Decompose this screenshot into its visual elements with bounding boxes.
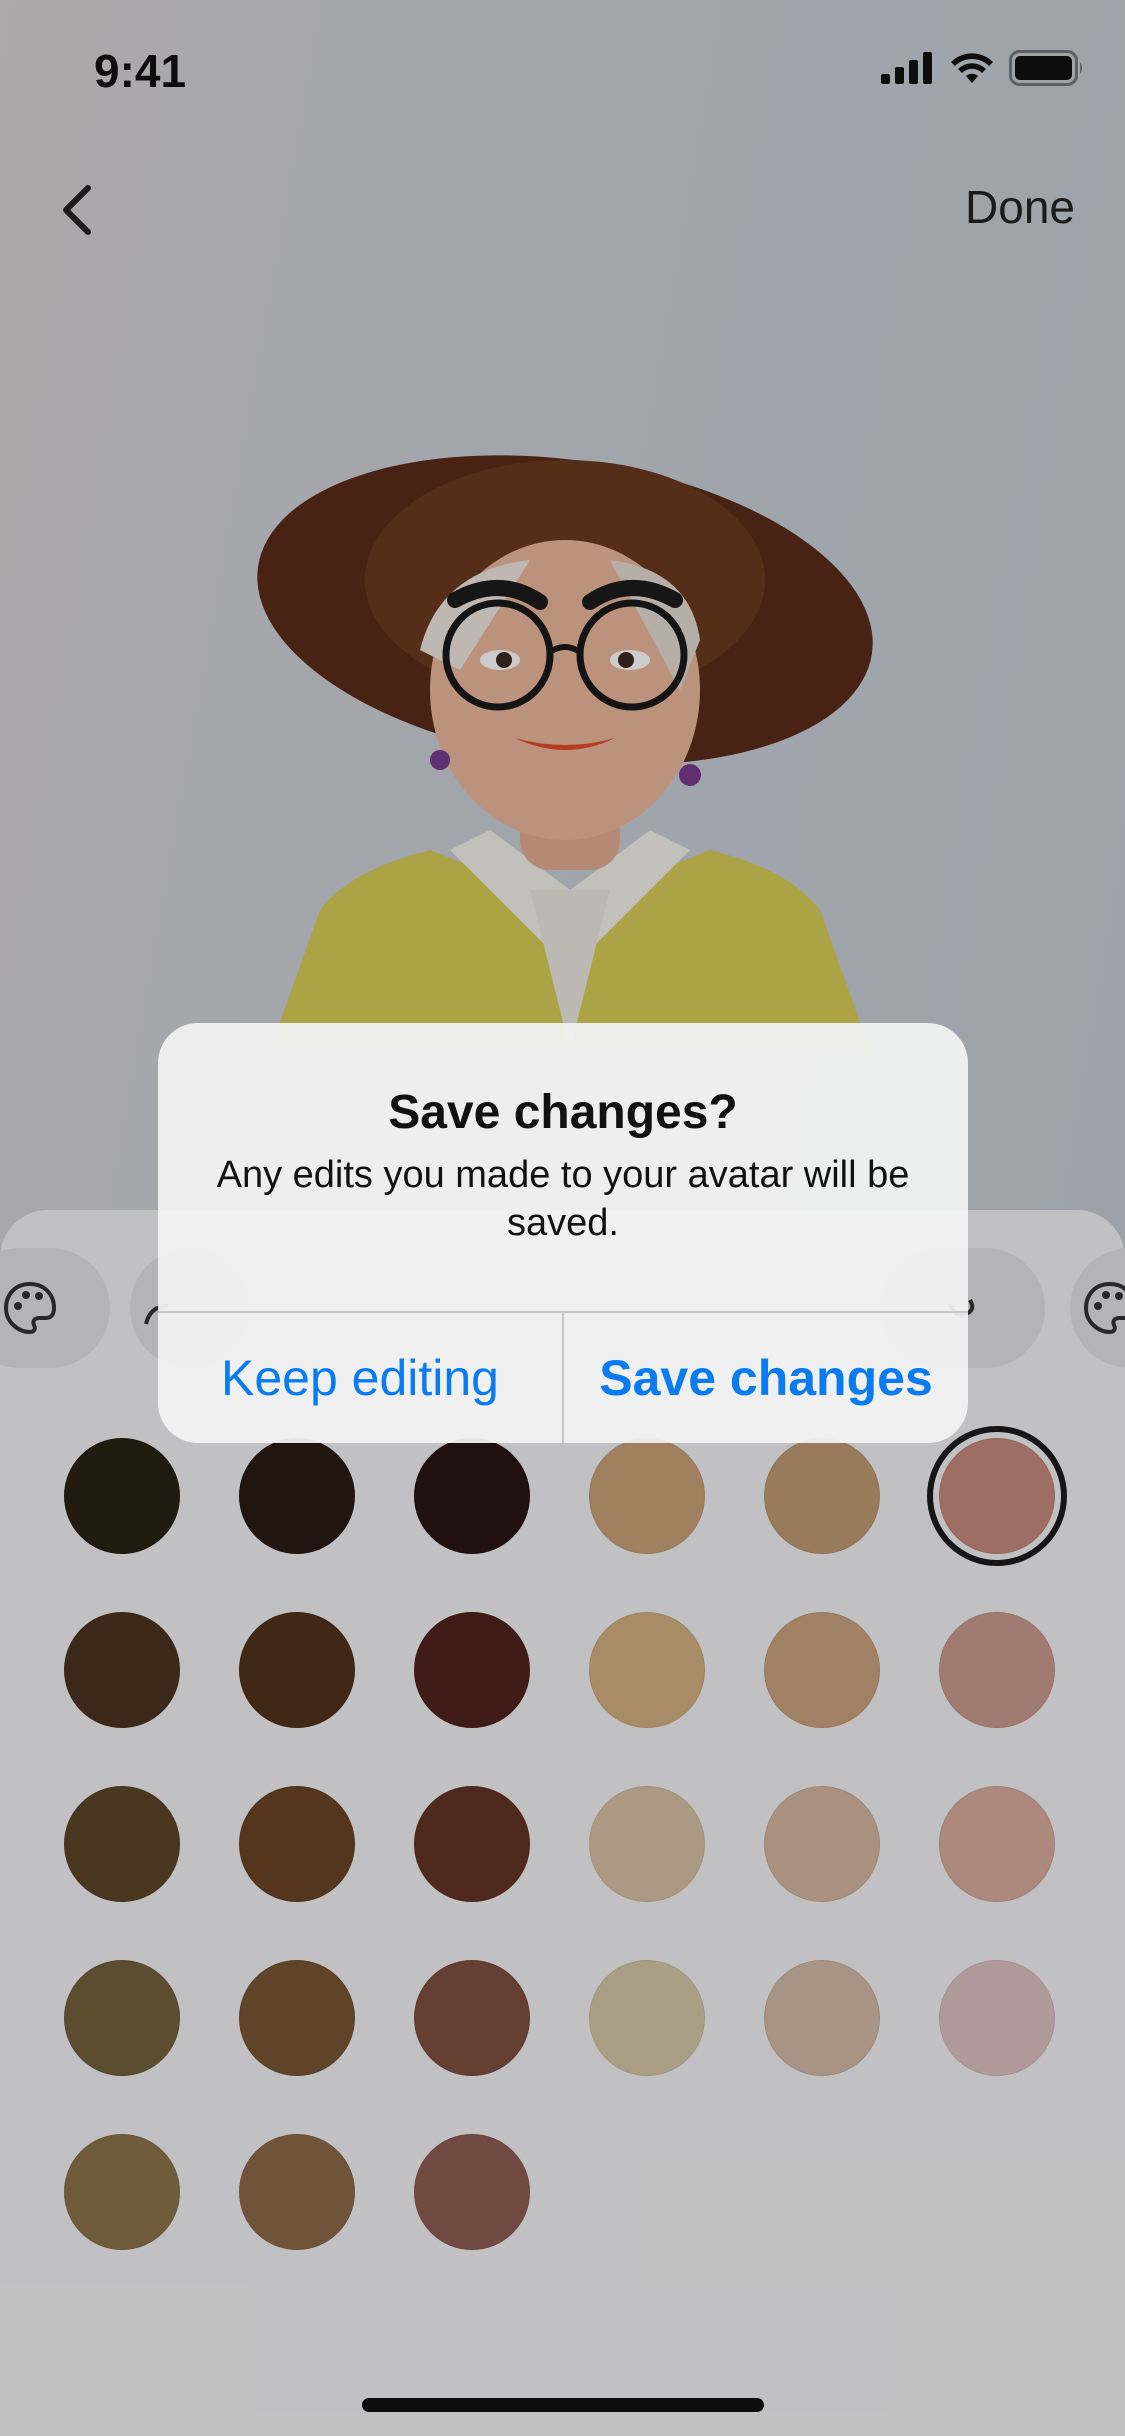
avatar-editor-screen: 9:41 Done Save changes? Any edits you ma… (0, 0, 1125, 2436)
save-changes-alert: Save changes? Any edits you made to your… (158, 1023, 968, 1443)
alert-title: Save changes? (388, 1086, 738, 1139)
alert-message: Any edits you made to your avatar will b… (216, 1154, 910, 1244)
save-changes-button[interactable]: Save changes (564, 1313, 968, 1443)
keep-editing-button[interactable]: Keep editing (158, 1313, 562, 1443)
